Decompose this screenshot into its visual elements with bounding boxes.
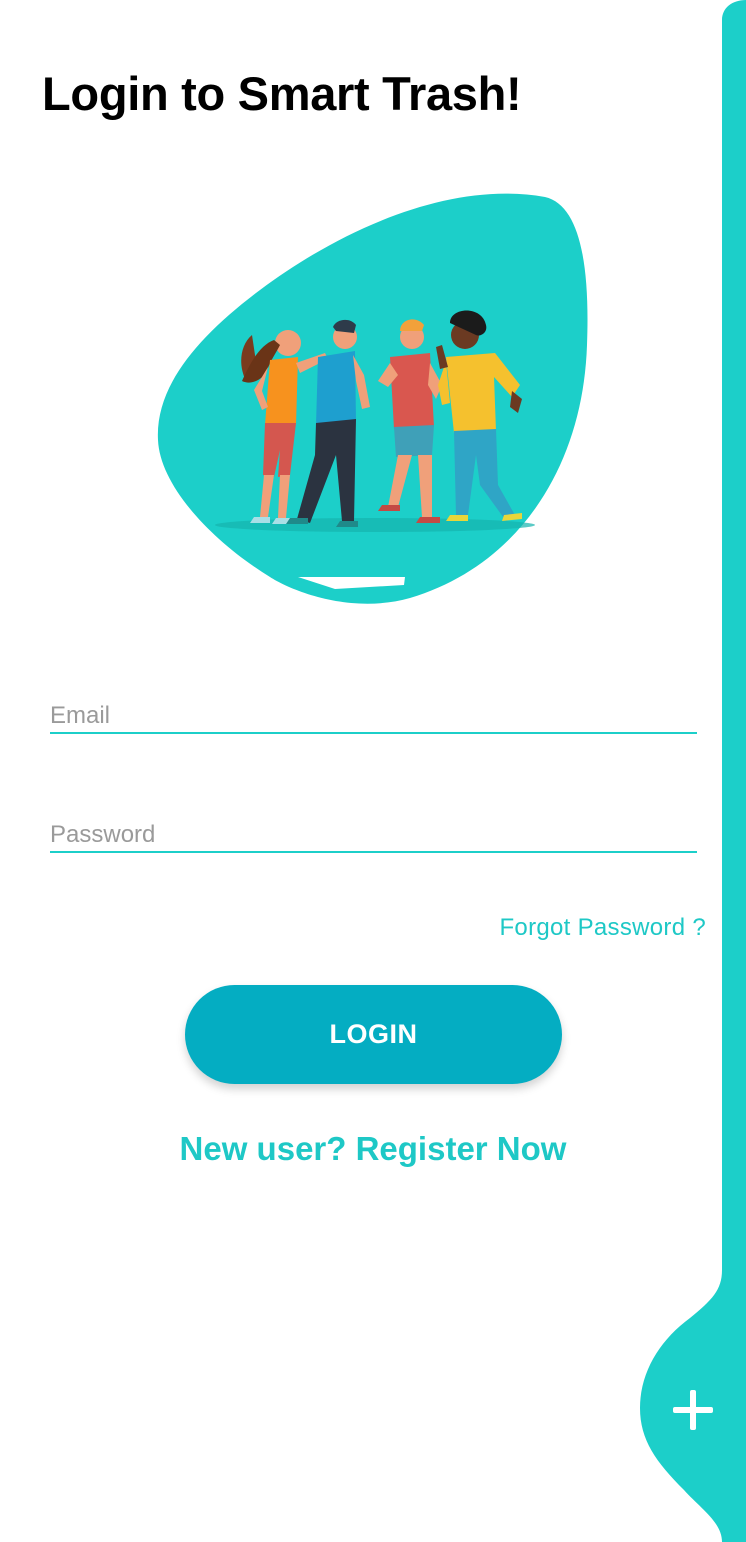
- login-button[interactable]: LOGIN: [185, 985, 562, 1084]
- password-field[interactable]: [50, 791, 697, 853]
- add-button[interactable]: [640, 1340, 746, 1480]
- password-input[interactable]: [50, 821, 697, 849]
- login-screen: Login to Smart Trash! Email Forgot Passw…: [0, 0, 746, 1542]
- group-of-people-illustration: [157, 193, 588, 604]
- register-link[interactable]: New user? Register Now: [0, 1130, 746, 1168]
- plus-icon: [673, 1390, 713, 1430]
- forgot-password-link[interactable]: Forgot Password ?: [499, 914, 706, 942]
- email-input[interactable]: [50, 702, 697, 730]
- page-title: Login to Smart Trash!: [42, 67, 522, 120]
- email-field[interactable]: [50, 672, 697, 734]
